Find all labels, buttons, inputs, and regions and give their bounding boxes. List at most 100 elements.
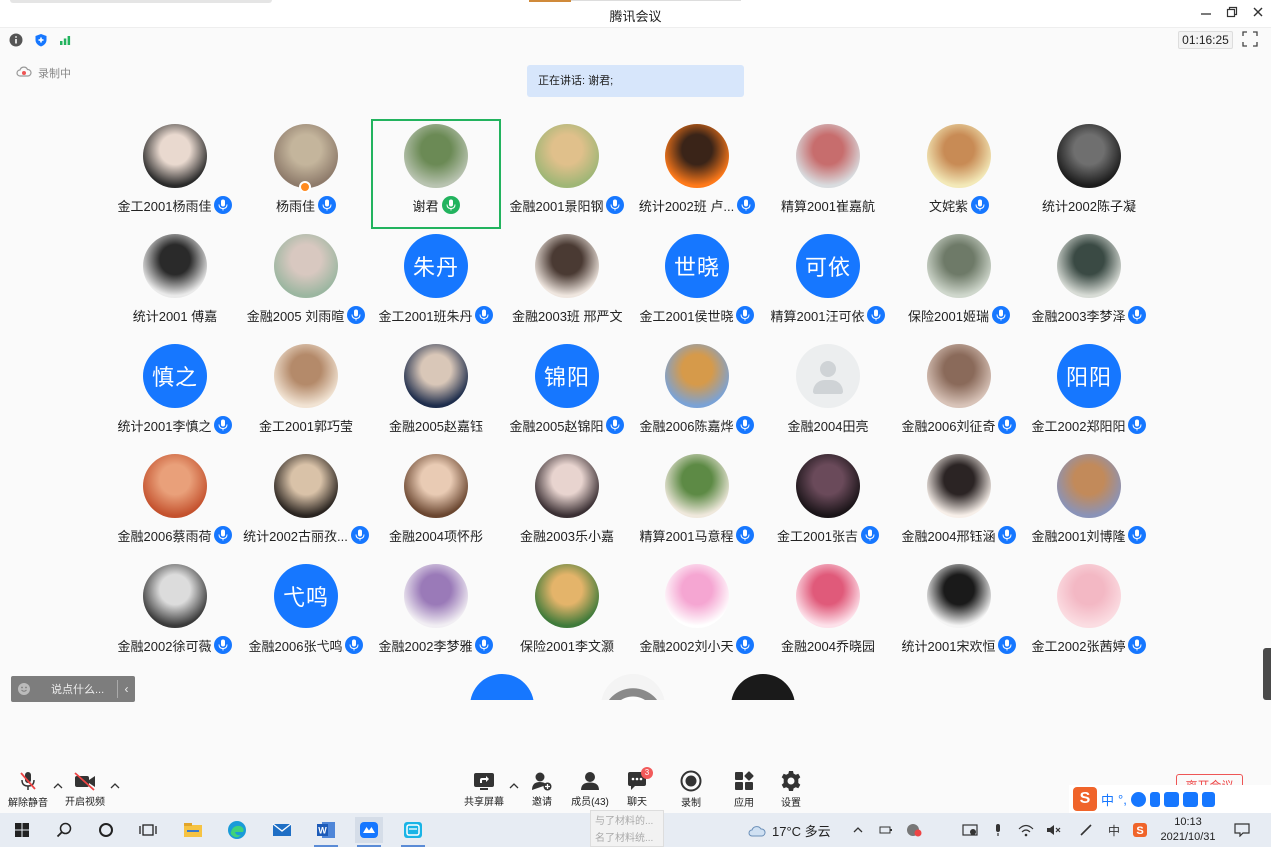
participant-tile[interactable]: 谢君 bbox=[371, 119, 501, 229]
participant-tile[interactable]: 世晓 金工2001侯世晓 bbox=[632, 229, 762, 339]
participant-tile[interactable]: 金融2003班 邢严文 bbox=[502, 229, 632, 339]
participant-tile[interactable]: 精算2001马意程 bbox=[632, 449, 762, 559]
share-screen-button[interactable]: 共享屏幕 bbox=[456, 770, 512, 808]
participant-tile[interactable]: 金融2002刘小天 bbox=[632, 559, 762, 669]
edge-browser-icon[interactable] bbox=[223, 817, 251, 843]
participant-tile[interactable]: 金工2002张茜婷 bbox=[1024, 559, 1154, 669]
word-icon[interactable]: W bbox=[312, 817, 340, 847]
tray-app-icon[interactable] bbox=[905, 821, 923, 839]
participant-name: 金融2004田亮 bbox=[787, 418, 869, 434]
participant-tile[interactable]: 金融2004项怀彤 bbox=[371, 449, 501, 559]
minimize-icon[interactable] bbox=[1196, 4, 1216, 22]
unmute-button[interactable]: 解除静音 bbox=[0, 770, 56, 809]
emoji-icon[interactable] bbox=[11, 676, 37, 702]
participant-tile[interactable]: 金融2004邢钰涵 bbox=[894, 449, 1024, 559]
network-signal-icon[interactable] bbox=[57, 32, 73, 48]
participant-tile[interactable]: 统计2001宋欢恒 bbox=[894, 559, 1024, 669]
participant-tile[interactable]: 锦阳 金融2005赵锦阳 bbox=[502, 339, 632, 449]
participant-tile[interactable]: 金融2004乔晓园 bbox=[763, 559, 893, 669]
participant-avatar bbox=[535, 564, 599, 628]
sogou-logo-icon[interactable]: S bbox=[1073, 787, 1097, 811]
side-panel-handle[interactable] bbox=[1263, 648, 1271, 700]
ime-emoji-icon[interactable] bbox=[1130, 791, 1146, 807]
participant-tile[interactable]: 统计2002陈子凝 bbox=[1024, 119, 1154, 229]
battery-icon[interactable] bbox=[877, 821, 895, 839]
participant-tile[interactable]: 可依 精算2001汪可依 bbox=[763, 229, 893, 339]
participant-tile[interactable]: 金融2006蔡雨荷 bbox=[110, 449, 240, 559]
chat-quick-input[interactable]: 说点什么... ‹ bbox=[11, 676, 135, 702]
pen-icon[interactable] bbox=[1077, 821, 1095, 839]
meeting-info-icon[interactable] bbox=[8, 32, 24, 48]
video-options-chevron-icon[interactable] bbox=[110, 782, 120, 793]
participant-name-row: 文姹紫 bbox=[894, 195, 1024, 215]
participant-tile[interactable]: 朱丹 金工2001班朱丹 bbox=[371, 229, 501, 339]
chat-collapse-icon[interactable]: ‹ bbox=[117, 680, 135, 698]
participant-tile[interactable]: 金融2006陈嘉烨 bbox=[632, 339, 762, 449]
participant-tile[interactable]: 金融2002徐可薇 bbox=[110, 559, 240, 669]
record-button[interactable]: 录制 bbox=[663, 770, 719, 809]
participant-tile[interactable]: 保险2001李文灏 bbox=[502, 559, 632, 669]
participant-tile[interactable]: 弋鸣 金融2006张弋鸣 bbox=[241, 559, 371, 669]
input-language[interactable]: 中 bbox=[1105, 821, 1123, 839]
participant-tile[interactable]: 统计2002古丽孜... bbox=[241, 449, 371, 559]
participant-tile[interactable]: 金融2005 刘雨暄 bbox=[241, 229, 371, 339]
wifi-icon[interactable] bbox=[1017, 821, 1035, 839]
sogou-tray-icon[interactable]: S bbox=[1131, 821, 1149, 839]
ime-punctuation[interactable]: °, bbox=[1118, 792, 1127, 807]
participant-name-row: 杨雨佳 bbox=[241, 195, 371, 215]
participant-tile[interactable]: 金融2001景阳钢 bbox=[502, 119, 632, 229]
ime-mode[interactable]: 中 bbox=[1101, 790, 1114, 809]
system-clock[interactable]: 10:13 2021/10/31 bbox=[1152, 815, 1224, 845]
participant-name: 金融2005 刘雨暄 bbox=[246, 308, 345, 324]
tray-chevron-icon[interactable] bbox=[849, 821, 867, 839]
security-shield-icon[interactable] bbox=[33, 32, 49, 48]
mail-icon[interactable] bbox=[268, 817, 296, 843]
fullscreen-icon[interactable] bbox=[1242, 31, 1260, 49]
tray-screen-icon[interactable] bbox=[961, 821, 979, 839]
tray-microphone-icon[interactable] bbox=[989, 821, 1007, 839]
participant-tile[interactable]: 金融2003乐小嘉 bbox=[502, 449, 632, 559]
restore-icon[interactable] bbox=[1222, 4, 1242, 22]
participant-tile[interactable]: 金融2005赵嘉钰 bbox=[371, 339, 501, 449]
participant-name-row: 金工2001张吉 bbox=[763, 525, 893, 545]
cortana-icon[interactable] bbox=[92, 817, 120, 843]
participant-tile[interactable]: 统计2001 傅嘉 bbox=[110, 229, 240, 339]
close-icon[interactable] bbox=[1248, 4, 1268, 22]
participant-tile[interactable]: 统计2002班 卢... bbox=[632, 119, 762, 229]
volume-muted-icon[interactable] bbox=[1045, 821, 1063, 839]
search-icon[interactable] bbox=[50, 817, 78, 843]
participant-tile[interactable]: 金融2004田亮 bbox=[763, 339, 893, 449]
weather-widget[interactable]: 17°C 多云 bbox=[748, 821, 831, 840]
participant-tile[interactable]: 金融2003李梦泽 bbox=[1024, 229, 1154, 339]
participant-tile[interactable]: 金工2001杨雨佳 bbox=[110, 119, 240, 229]
participant-tile[interactable]: 慎之 统计2001李慎之 bbox=[110, 339, 240, 449]
settings-button[interactable]: 设置 bbox=[763, 770, 819, 809]
ime-keyboard-icon[interactable] bbox=[1163, 791, 1179, 807]
tencent-meeting-taskbar-icon[interactable] bbox=[355, 817, 383, 847]
microphone-icon bbox=[475, 636, 494, 654]
participant-tile[interactable]: 金工2001郭巧莹 bbox=[241, 339, 371, 449]
participant-tile[interactable]: 保险2001姬瑞 bbox=[894, 229, 1024, 339]
microphone-icon bbox=[736, 636, 755, 654]
notification-icon[interactable] bbox=[1233, 821, 1251, 839]
participant-avatar bbox=[143, 564, 207, 628]
participant-tile[interactable]: 精算2001崔嘉航 bbox=[763, 119, 893, 229]
participant-tile[interactable]: 金工2001张吉 bbox=[763, 449, 893, 559]
app-taskbar-icon[interactable] bbox=[399, 817, 427, 847]
participant-tile[interactable]: 金融2006刘征奇 bbox=[894, 339, 1024, 449]
task-view-icon[interactable] bbox=[134, 817, 162, 843]
ime-tools-icon[interactable] bbox=[1201, 791, 1215, 807]
participant-tile[interactable]: 杨雨佳 bbox=[241, 119, 371, 229]
ime-voice-icon[interactable] bbox=[1149, 791, 1160, 807]
participant-tile[interactable]: 阳阳 金工2002郑阳阳 bbox=[1024, 339, 1154, 449]
recording-label: 录制中 bbox=[38, 68, 71, 80]
participant-name: 金融2002徐可薇 bbox=[117, 638, 212, 654]
windows-start-icon[interactable] bbox=[8, 817, 36, 843]
chat-button[interactable]: 3 聊天 bbox=[609, 767, 665, 808]
participant-tile[interactable]: 金融2002李梦雅 bbox=[371, 559, 501, 669]
participant-tile[interactable]: 文姹紫 bbox=[894, 119, 1024, 229]
file-explorer-icon[interactable] bbox=[179, 817, 207, 843]
start-video-button[interactable]: 开启视频 bbox=[57, 770, 113, 808]
ime-skin-icon[interactable] bbox=[1182, 791, 1198, 807]
participant-tile[interactable]: 金融2001刘博隆 bbox=[1024, 449, 1154, 559]
